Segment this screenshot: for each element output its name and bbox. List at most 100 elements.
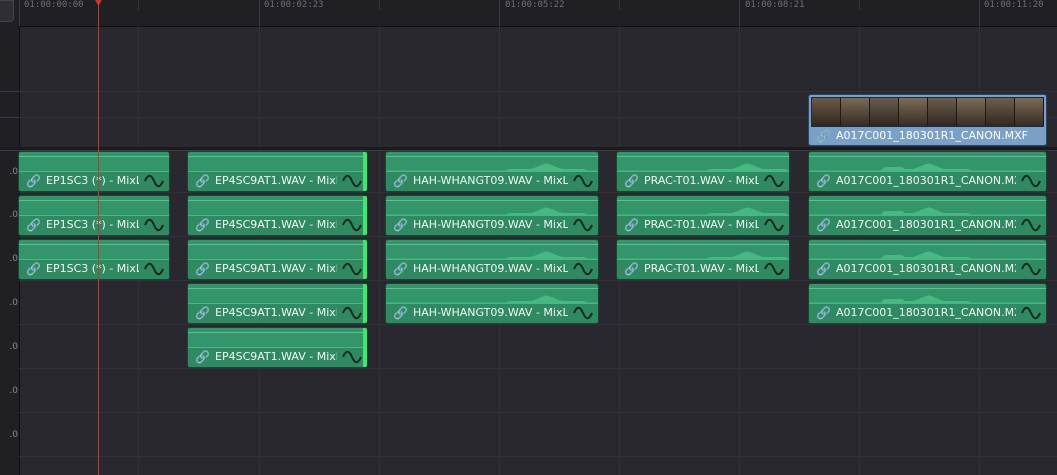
playhead[interactable] <box>98 0 99 475</box>
waveform <box>19 215 169 216</box>
curve-icon[interactable] <box>144 261 164 277</box>
clip-level-line <box>188 332 367 333</box>
link-icon: 🔗 <box>624 218 639 232</box>
ruler-tick <box>859 0 860 10</box>
ruler-tick <box>379 0 380 10</box>
audio-clip[interactable]: 🔗 HAH-WHANGT09.WAV - MixL <box>385 151 599 192</box>
ruler-tick <box>739 0 740 26</box>
curve-icon[interactable] <box>1021 217 1041 233</box>
waveform <box>188 347 367 348</box>
waveform <box>188 303 367 304</box>
track-volume-label: .0 <box>9 386 18 396</box>
clip-name: HAH-WHANGT09.WAV - MixL <box>413 262 568 275</box>
track-volume-label: .0 <box>9 167 18 177</box>
clip-level-line <box>188 200 367 201</box>
audio-clip[interactable]: 🔗 EP4SC9AT1.WAV - MixL <box>187 283 368 324</box>
clip-trim-edge[interactable] <box>363 328 367 367</box>
audio-clip[interactable]: 🔗 EP4SC9AT1.WAV - MixL <box>187 239 368 280</box>
ruler-tick <box>19 0 20 26</box>
waveform <box>617 163 789 172</box>
curve-icon[interactable] <box>764 217 784 233</box>
curve-icon[interactable] <box>144 217 164 233</box>
clip-level-line <box>809 244 1046 245</box>
audio-clip[interactable]: 🔗 HAH-WHANGT09.WAV - MixL <box>385 239 599 280</box>
link-icon: 🔗 <box>624 262 639 276</box>
waveform <box>386 207 598 216</box>
curve-icon[interactable] <box>342 349 362 365</box>
clip-level-line <box>617 156 789 157</box>
audio-clip[interactable]: 🔗 EP1SC3 (*) - MixL <box>18 239 170 280</box>
curve-icon[interactable] <box>342 173 362 189</box>
clip-level-line <box>188 288 367 289</box>
clip-level-line <box>386 244 598 245</box>
track-header-button[interactable] <box>0 0 14 22</box>
clip-level-line <box>617 244 789 245</box>
clip-trim-edge[interactable] <box>363 284 367 323</box>
clip-level-line <box>19 200 169 201</box>
clip-name: A017C001_180301R1_CANON.MXF <box>836 262 1016 275</box>
clip-name: A017C001_180301R1_CANON.MXF <box>836 218 1016 231</box>
link-icon: 🔗 <box>624 174 639 188</box>
clip-trim-edge[interactable] <box>363 240 367 279</box>
waveform <box>19 259 169 260</box>
audio-clip[interactable]: 🔗 PRAC-T01.WAV - MixL <box>616 239 790 280</box>
timeline-panel: .0 .0 .0 .0 .0 .0 .0 01:00:00:00 01:00:0… <box>0 0 1057 475</box>
link-icon: 🔗 <box>393 174 408 188</box>
curve-icon[interactable] <box>573 217 593 233</box>
curve-icon[interactable] <box>573 261 593 277</box>
link-icon: 🔗 <box>816 306 831 320</box>
curve-icon[interactable] <box>342 217 362 233</box>
audio-clip[interactable]: 🔗 A017C001_180301R1_CANON.MXF <box>808 283 1047 324</box>
clip-trim-edge[interactable] <box>363 196 367 235</box>
audio-clip[interactable]: 🔗 EP1SC3 (*) - MixL <box>18 195 170 236</box>
curve-icon[interactable] <box>573 173 593 189</box>
ruler-tick <box>619 0 620 10</box>
audio-clip[interactable]: 🔗 EP4SC9AT1.WAV - MixL <box>187 195 368 236</box>
waveform <box>386 163 598 172</box>
audio-clip[interactable]: 🔗 EP4SC9AT1.WAV - MixL <box>187 327 368 368</box>
clip-name: EP4SC9AT1.WAV - MixL <box>215 350 337 363</box>
ruler-tick <box>979 0 980 26</box>
audio-clip[interactable]: 🔗 PRAC-T01.WAV - MixL <box>616 195 790 236</box>
curve-icon[interactable] <box>144 173 164 189</box>
video-clip[interactable]: 🔗 A017C001_180301R1_CANON.MXF <box>808 94 1047 146</box>
link-icon: 🔗 <box>816 174 831 188</box>
audio-clip[interactable]: 🔗 HAH-WHANGT09.WAV - MixL <box>385 195 599 236</box>
curve-icon[interactable] <box>1021 305 1041 321</box>
clip-trim-edge[interactable] <box>363 152 367 191</box>
audio-clip[interactable]: 🔗 HAH-WHANGT09.WAV - MixL <box>385 283 599 324</box>
ruler-timecode: 01:00:08:21 <box>745 0 805 10</box>
clip-level-line <box>386 288 598 289</box>
waveform <box>809 163 1046 172</box>
curve-icon[interactable] <box>1021 261 1041 277</box>
curve-icon[interactable] <box>342 305 362 321</box>
clip-level-line <box>809 156 1046 157</box>
curve-icon[interactable] <box>573 305 593 321</box>
clip-name: PRAC-T01.WAV - MixL <box>644 218 759 231</box>
curve-icon[interactable] <box>764 261 784 277</box>
grid-line <box>379 26 380 475</box>
curve-icon[interactable] <box>764 173 784 189</box>
audio-clip[interactable]: 🔗 A017C001_180301R1_CANON.MXF <box>808 151 1047 192</box>
clip-level-line <box>19 156 169 157</box>
ruler-timecode: 01:00:11:20 <box>984 0 1044 10</box>
audio-clip[interactable]: 🔗 PRAC-T01.WAV - MixL <box>616 151 790 192</box>
clip-name: EP4SC9AT1.WAV - MixL <box>215 174 337 187</box>
audio-clip[interactable]: 🔗 A017C001_180301R1_CANON.MXF <box>808 239 1047 280</box>
link-icon: 🔗 <box>195 174 210 188</box>
clip-level-line <box>809 200 1046 201</box>
timecode-ruler[interactable]: 01:00:00:00 01:00:02:23 01:00:05:22 01:0… <box>19 0 1057 27</box>
audio-clip[interactable]: 🔗 EP1SC3 (*) - MixL <box>18 151 170 192</box>
curve-icon[interactable] <box>342 261 362 277</box>
link-icon: 🔗 <box>816 262 831 276</box>
curve-icon[interactable] <box>1021 173 1041 189</box>
waveform <box>617 251 789 260</box>
audio-clip[interactable]: 🔗 EP4SC9AT1.WAV - MixL <box>187 151 368 192</box>
clip-name: EP1SC3 (*) - MixL <box>46 218 139 231</box>
ruler-timecode: 01:00:00:00 <box>24 0 84 10</box>
waveform <box>809 295 1046 304</box>
link-icon: 🔗 <box>393 306 408 320</box>
audio-clip[interactable]: 🔗 A017C001_180301R1_CANON.MXF <box>808 195 1047 236</box>
track-line <box>19 280 1057 281</box>
link-icon: 🔗 <box>393 218 408 232</box>
